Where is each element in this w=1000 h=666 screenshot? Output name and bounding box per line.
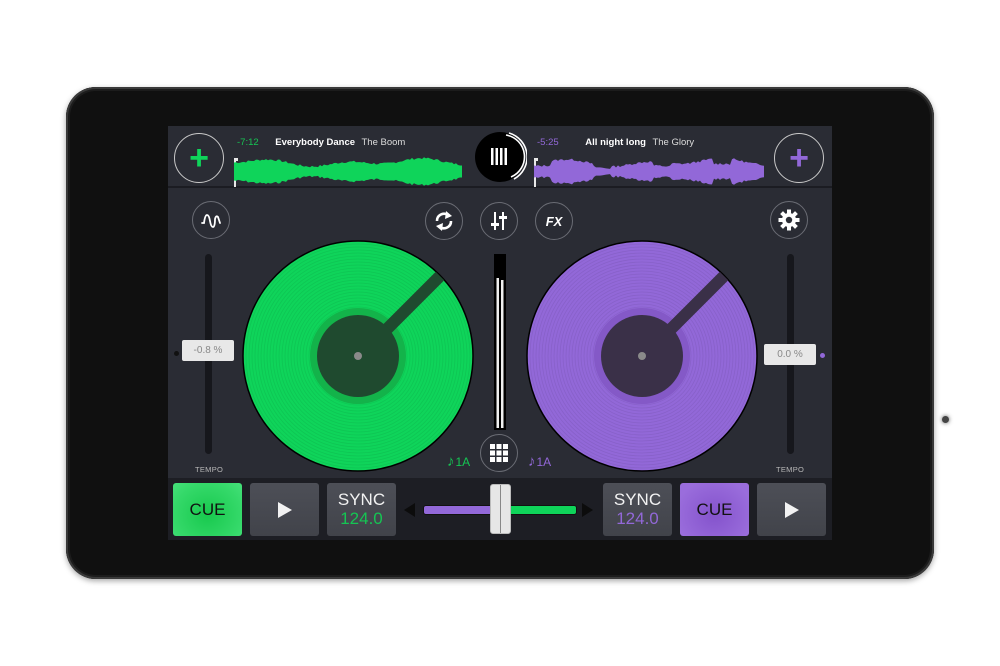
- deck-b-cue-label: CUE: [696, 499, 733, 519]
- waveform-icon: [201, 214, 221, 228]
- deck-a-turntable[interactable]: [242, 240, 474, 472]
- crossfader-deck-b-side: [502, 505, 577, 515]
- deck-b-key: ♪ 1A: [528, 453, 551, 470]
- deck-a-pitch-handle[interactable]: -0.8 %: [182, 340, 234, 361]
- deck-a-time-remaining: -7:12: [237, 137, 259, 148]
- music-note-icon: ♪: [528, 453, 536, 470]
- loop-button[interactable]: [425, 202, 463, 240]
- deck-b-time-remaining: -5:25: [537, 137, 559, 148]
- deck-a-play-button[interactable]: [250, 483, 319, 536]
- deck-b-turntable[interactable]: [526, 240, 758, 472]
- deck-b-track-info: -5:25 All night long The Glory: [537, 137, 694, 148]
- deck-a-key: ♪ 1A: [447, 453, 470, 470]
- deck-b-pitch-handle[interactable]: 0.0 %: [764, 344, 816, 365]
- deck-a-waveform[interactable]: [234, 156, 464, 187]
- vu-left-channel: [496, 278, 499, 428]
- plus-icon: +: [189, 139, 209, 177]
- music-note-icon: ♪: [447, 453, 455, 470]
- deck-a-pitch-value: -0.8 %: [193, 345, 223, 356]
- crossfader-right-arrow[interactable]: [582, 503, 593, 517]
- deck-b-add-track-button[interactable]: +: [774, 133, 824, 183]
- master-vu-meter: [494, 254, 506, 430]
- gear-icon: [778, 209, 800, 231]
- deck-a-sync-label: SYNC: [337, 489, 386, 509]
- waveform-view-button[interactable]: [192, 201, 230, 239]
- deck-b-pitch-value: 0.0 %: [777, 349, 803, 360]
- grid-icon: [490, 444, 508, 462]
- deck-b-play-button[interactable]: [757, 483, 826, 536]
- deck-a-sync-button[interactable]: SYNC 124.0: [327, 483, 396, 536]
- deck-b-bpm: 124.0: [616, 508, 659, 528]
- settings-button[interactable]: [770, 201, 808, 239]
- transport-bar: CUE SYNC 124.0 SYNC 124.0 CUE: [168, 478, 832, 540]
- sensor: [942, 416, 949, 423]
- deck-a-key-value: 1A: [455, 454, 471, 469]
- deck-b-sync-button[interactable]: SYNC 124.0: [603, 483, 672, 536]
- deck-a-track-title: Everybody Dance: [275, 137, 356, 148]
- spindle: [354, 352, 362, 360]
- dj-app-screen: + -7:12 Everybody Dance The Boom -5:25 A…: [168, 126, 832, 540]
- loop-icon: [435, 211, 453, 231]
- vu-right-channel: [501, 280, 504, 428]
- deck-b-track-artist: The Glory: [652, 137, 695, 148]
- deck-a-cue-button[interactable]: CUE: [173, 483, 242, 536]
- pause-button[interactable]: [473, 130, 527, 184]
- play-icon: [277, 501, 292, 518]
- crossfader-deck-a-side: [423, 505, 498, 515]
- crossfader-handle[interactable]: [489, 484, 511, 534]
- waveform-shape: [534, 158, 764, 185]
- fx-button[interactable]: FX: [535, 202, 573, 240]
- play-icon: [784, 501, 799, 518]
- spindle: [638, 352, 646, 360]
- deck-a-track-info: -7:12 Everybody Dance The Boom: [237, 137, 405, 148]
- fx-label: FX: [545, 213, 563, 229]
- waveform-shape: [234, 157, 462, 186]
- deck-b-pitch-center-dot: [820, 353, 825, 358]
- deck-b-key-value: 1A: [536, 454, 552, 469]
- crossfader-left-arrow[interactable]: [404, 503, 415, 517]
- deck-a-track-artist: The Boom: [361, 137, 406, 148]
- deck-b-tempo-label: TEMPO: [776, 465, 805, 474]
- track-bar: + -7:12 Everybody Dance The Boom -5:25 A…: [168, 126, 832, 188]
- sampler-grid-button[interactable]: [480, 434, 518, 472]
- deck-a-add-track-button[interactable]: +: [174, 133, 224, 183]
- deck-b-sync-label: SYNC: [613, 489, 662, 509]
- deck-a-pitch-center-dot: [174, 351, 179, 356]
- plus-icon: +: [789, 139, 809, 177]
- mixer-button[interactable]: [480, 202, 518, 240]
- deck-a-cue-label: CUE: [189, 499, 226, 519]
- mixer-icon: [491, 212, 507, 230]
- deck-a-bpm: 124.0: [340, 508, 383, 528]
- deck-b-cue-button[interactable]: CUE: [680, 483, 749, 536]
- deck-b-track-title: All night long: [585, 137, 646, 148]
- deck-a-tempo-label: TEMPO: [195, 465, 224, 474]
- deck-b-waveform[interactable]: [534, 156, 766, 187]
